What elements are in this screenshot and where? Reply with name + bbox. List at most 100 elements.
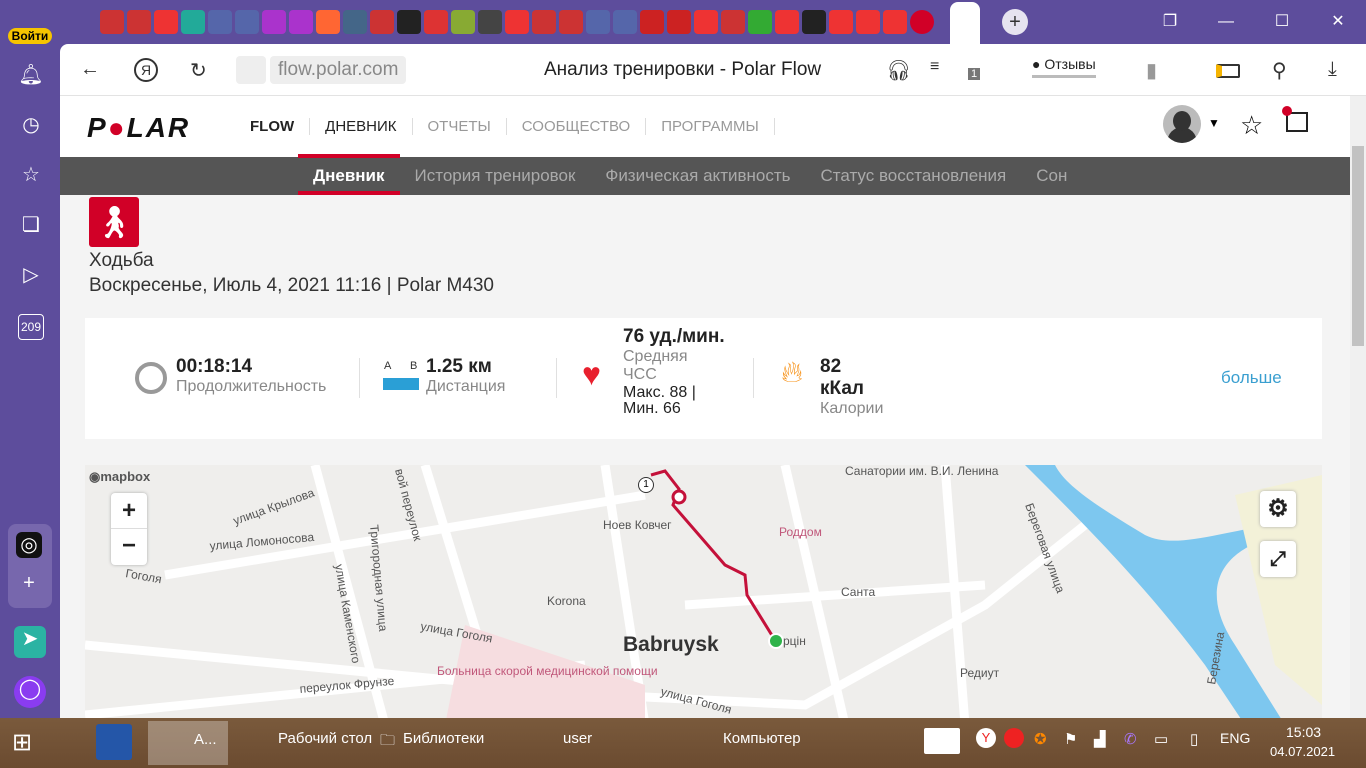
nav-diary[interactable]: ДНЕВНИК — [309, 118, 411, 135]
chevron-down-icon[interactable]: ▼ — [1208, 116, 1220, 130]
new-tab-button[interactable]: + — [1002, 9, 1028, 35]
battery-tray-icon[interactable]: ▯ — [1190, 730, 1198, 748]
stopwatch-icon — [135, 362, 167, 394]
bookmark-icon[interactable]: ▮ — [1146, 58, 1157, 83]
zoom-in-button[interactable]: + — [111, 493, 147, 529]
map-label: рцін — [783, 634, 806, 648]
clock-time[interactable]: 15:03 — [1286, 724, 1321, 740]
avatar[interactable] — [1163, 105, 1201, 143]
network-icon[interactable]: ▭ — [1154, 730, 1168, 748]
history-icon[interactable]: ◷ — [18, 112, 44, 138]
distance-value: 1.25 км — [426, 356, 492, 377]
login-button[interactable]: Войти — [8, 8, 52, 44]
flag-icon[interactable]: ⚑ — [1064, 730, 1077, 748]
main-nav: FLOW ДНЕВНИК ОТЧЕТЫ СООБЩЕСТВО ПРОГРАММЫ — [240, 118, 775, 135]
folder-icon: 🗀︎ — [380, 732, 396, 749]
subnav-sleep[interactable]: Сон — [1021, 157, 1082, 195]
desktop-toolbar[interactable]: Рабочий стол — [278, 730, 372, 747]
headphones-icon[interactable]: 🎧︎ — [886, 58, 911, 83]
add-icon[interactable]: + — [16, 572, 42, 598]
computer-link[interactable]: Компьютер — [723, 730, 801, 747]
sidebar-panel: ◎ + — [8, 524, 52, 608]
flow-label[interactable]: FLOW — [240, 118, 309, 135]
nav-reports[interactable]: ОТЧЕТЫ — [411, 118, 506, 135]
map-label: Korona — [547, 594, 586, 608]
messages-icon[interactable] — [1282, 106, 1308, 132]
tab-icons[interactable] — [100, 10, 934, 34]
taskbar-yandex-app[interactable]: А... — [148, 721, 228, 765]
extensions-icon[interactable]: ⚲ — [1272, 58, 1287, 83]
nav-programs[interactable]: ПРОГРАММЫ — [645, 118, 775, 135]
yandex-icon[interactable]: Я — [134, 58, 158, 82]
floppy-icon[interactable] — [96, 724, 132, 760]
language-indicator[interactable]: ENG — [1220, 730, 1250, 746]
subnav-history[interactable]: История тренировок — [400, 157, 591, 195]
subnav-recovery[interactable]: Статус восстановления — [806, 157, 1022, 195]
tabs-icon[interactable]: ❐ — [1142, 0, 1198, 44]
taskbar: ⊞ А... Рабочий стол 🗀︎ Библиотеки user К… — [0, 718, 1366, 768]
hr-value: 76 уд./мин. — [623, 326, 725, 347]
libraries-link[interactable]: Библиотеки — [403, 730, 484, 747]
browser-toolbar: ← Я ↻ flow.polar.com Анализ тренировки -… — [60, 44, 1366, 96]
back-icon[interactable]: ← — [80, 58, 100, 81]
map-label: Санта — [841, 585, 875, 599]
battery-icon[interactable] — [1216, 64, 1240, 78]
flame-icon: 🔥︎ — [781, 356, 804, 389]
viber-icon[interactable]: ✆ — [1124, 730, 1137, 748]
hr-label-2: ЧСС — [623, 366, 657, 383]
signal-icon[interactable]: ▟ — [1094, 730, 1106, 748]
bell-icon[interactable]: 🔔︎ — [18, 62, 44, 88]
calories-label: Калории — [820, 400, 884, 417]
minimize-button[interactable]: — — [1198, 0, 1254, 44]
star-icon[interactable]: ☆ — [18, 162, 44, 188]
zoom-out-button[interactable]: − — [111, 529, 147, 565]
counter-badge[interactable]: 209 — [18, 314, 44, 340]
nav-community[interactable]: СООБЩЕСТВО — [505, 118, 645, 135]
favorites-star-icon[interactable]: ☆ — [1240, 110, 1263, 141]
duration-value: 00:18:14 — [176, 356, 253, 377]
reader-icon[interactable]: ≡ — [930, 58, 939, 76]
subnav-activity[interactable]: Физическая активность — [590, 157, 805, 195]
alice-icon[interactable]: ◯ — [14, 676, 46, 708]
block-tray-icon[interactable] — [1004, 728, 1024, 748]
training-date: Воскресенье, Июль 4, 2021 11:16 | Polar … — [89, 275, 494, 296]
fullscreen-button[interactable]: ⤢ — [1260, 541, 1296, 577]
clock-date[interactable]: 04.07.2021 — [1270, 744, 1335, 759]
sub-nav: Дневник История тренировок Физическая ак… — [60, 154, 1350, 195]
lap-marker: 1 — [638, 477, 654, 493]
locate-button[interactable]: ⚙ — [1260, 491, 1296, 527]
keyboard-icon[interactable] — [924, 728, 960, 754]
polar-logo[interactable]: P●LAR — [87, 112, 190, 144]
active-tab[interactable] — [950, 2, 980, 44]
duration-label: Продолжительность — [176, 378, 327, 395]
page-content: P●LAR FLOW ДНЕВНИК ОТЧЕТЫ СООБЩЕСТВО ПРО… — [60, 96, 1350, 718]
more-link[interactable]: больше — [1221, 368, 1282, 388]
login-label: Войти — [8, 28, 52, 44]
avast-icon[interactable]: ✪ — [1034, 730, 1047, 748]
route-line — [650, 469, 775, 638]
address-bar[interactable]: flow.polar.com — [270, 56, 407, 84]
subnav-diary[interactable]: Дневник — [298, 157, 400, 195]
play-icon[interactable]: ▷ — [18, 262, 44, 288]
maximize-button[interactable]: ☐ — [1254, 0, 1310, 44]
heart-icon: ♥ — [582, 356, 601, 392]
close-button[interactable]: ✕ — [1310, 0, 1366, 44]
messenger-icon[interactable]: ➤ — [14, 626, 46, 658]
mapbox-attribution[interactable]: ◉mapbox — [89, 469, 150, 485]
app-icon[interactable]: ◎ — [16, 532, 42, 558]
download-icon[interactable]: ⤓ — [1328, 58, 1337, 81]
route-map[interactable]: улица Крылова улица Каменского Тригородная… — [85, 465, 1322, 718]
user-link[interactable]: user — [563, 730, 592, 747]
map-label: Babruysk — [623, 633, 719, 656]
point-a: A — [384, 360, 392, 372]
lock-icon[interactable] — [236, 56, 266, 84]
reload-icon[interactable]: ↻ — [190, 58, 207, 83]
yandex-tray-icon[interactable]: Y — [976, 728, 996, 748]
reviews-button[interactable]: ● Отзывы — [1032, 56, 1096, 78]
scrollbar[interactable] — [1350, 96, 1366, 718]
protect-badge[interactable]: 1 — [968, 68, 981, 80]
calories-value: 82 кКал — [820, 356, 864, 399]
collections-icon[interactable]: ❏ — [18, 212, 44, 238]
start-button[interactable]: ⊞ — [12, 728, 32, 757]
browser-sidebar: Войти 🔔︎ ◷ ☆ ❏ ▷ 209 ◎ + ➤ ◯ — [0, 0, 60, 718]
